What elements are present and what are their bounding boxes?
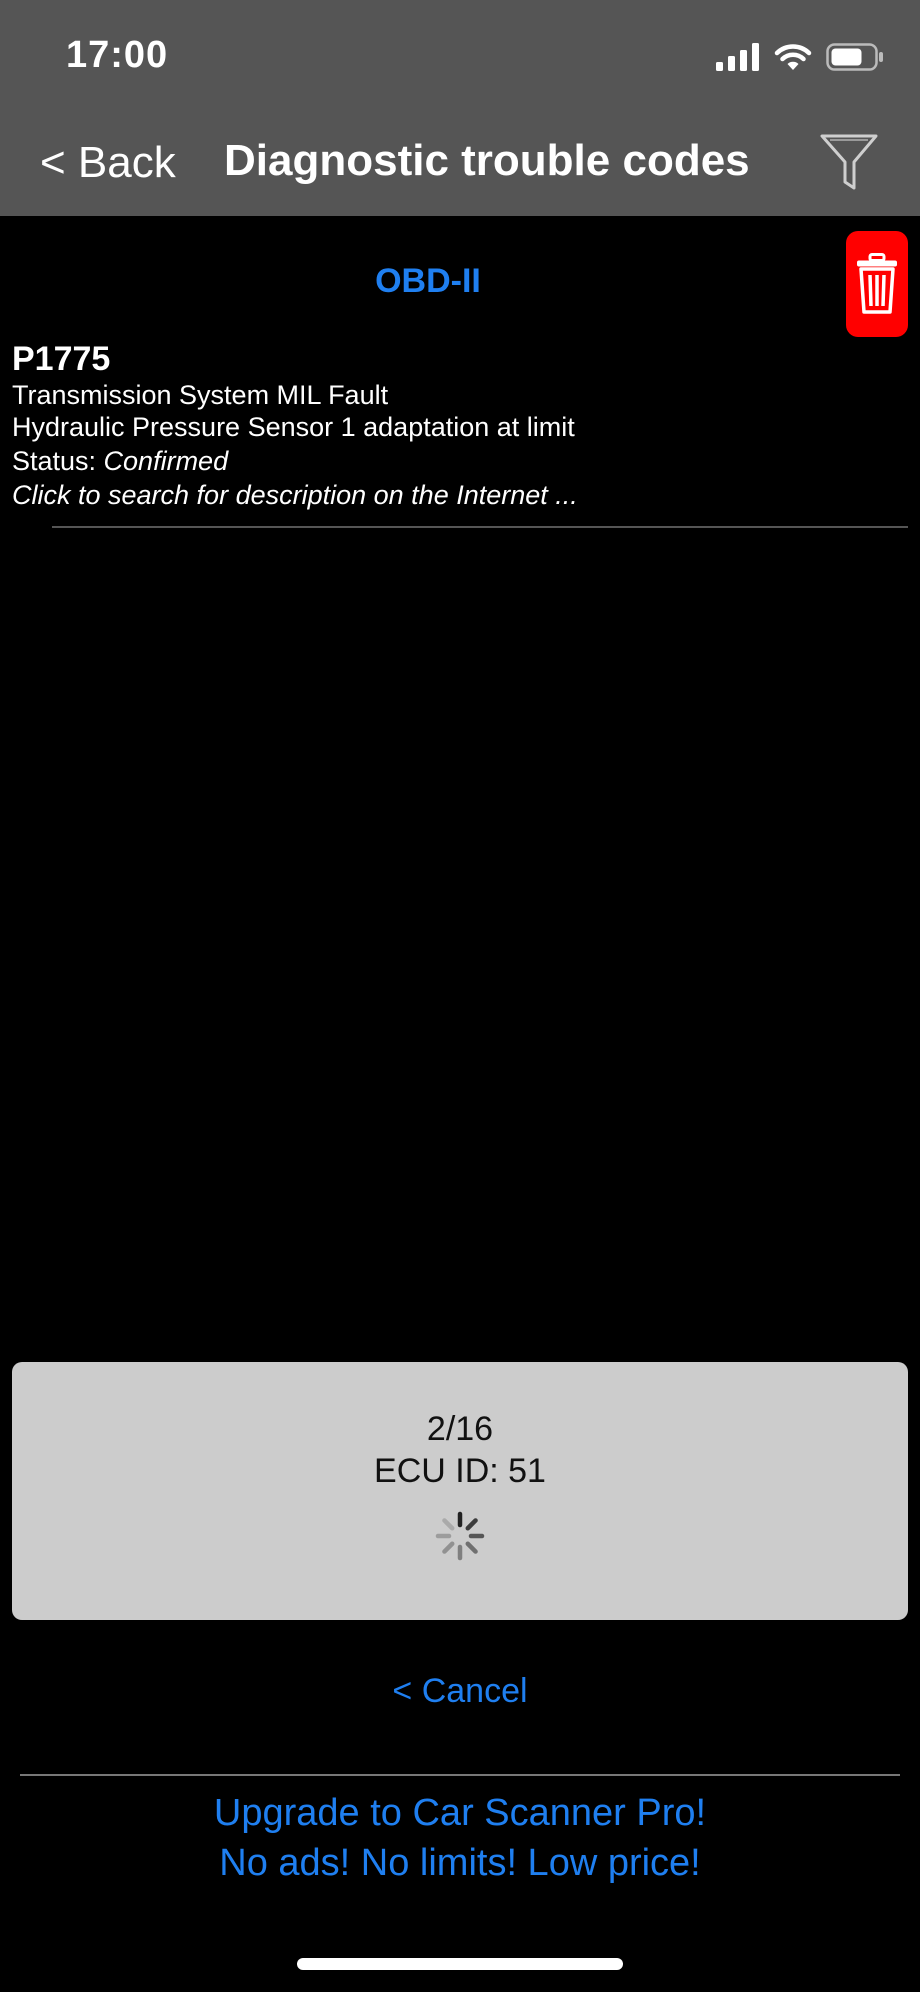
promo-line2: No ads! No limits! Low price! xyxy=(219,1842,701,1884)
wifi-icon xyxy=(774,44,812,70)
cellular-signal-icon xyxy=(716,43,759,71)
promo-line1: Upgrade to Car Scanner Pro! xyxy=(213,1792,707,1834)
dtc-status-label: Status: xyxy=(12,446,104,476)
page-title: Diagnostic trouble codes xyxy=(224,136,750,185)
section-header-obd2: OBD-II xyxy=(375,262,481,300)
status-bar: 17:00 xyxy=(0,0,920,108)
status-icons xyxy=(716,40,884,74)
status-time: 17:00 xyxy=(66,34,169,76)
progress-count: 2/16 xyxy=(426,1410,494,1448)
home-indicator[interactable] xyxy=(297,1958,623,1970)
cancel-button[interactable]: < Cancel xyxy=(0,1672,920,1711)
dtc-description-line2: Hydraulic Pressure Sensor 1 adaptation a… xyxy=(12,412,575,442)
trash-icon xyxy=(857,253,897,314)
bottom-divider xyxy=(20,1774,900,1776)
progress-ecu-id: ECU ID: 51 xyxy=(374,1452,546,1490)
navigation-bar: < Back Diagnostic trouble codes xyxy=(0,108,920,216)
back-button[interactable]: < Back xyxy=(40,138,176,188)
dtc-search-hint[interactable]: Click to search for description on the I… xyxy=(12,480,578,511)
dtc-code: P1775 xyxy=(12,340,111,378)
dtc-status-value: Confirmed xyxy=(103,446,229,476)
list-divider xyxy=(52,526,908,528)
delete-codes-button[interactable] xyxy=(846,231,908,337)
dtc-description-line1: Transmission System MIL Fault xyxy=(12,380,389,410)
loading-spinner-icon xyxy=(435,1511,485,1561)
upgrade-promo-link[interactable]: Upgrade to Car Scanner Pro! No ads! No l… xyxy=(0,1788,920,1888)
scan-progress-panel: 2/16 ECU ID: 51 xyxy=(12,1362,908,1620)
battery-icon xyxy=(826,43,883,71)
dtc-status: Status: Confirmed xyxy=(12,446,228,477)
filter-icon xyxy=(820,134,878,190)
filter-button[interactable] xyxy=(818,130,880,196)
